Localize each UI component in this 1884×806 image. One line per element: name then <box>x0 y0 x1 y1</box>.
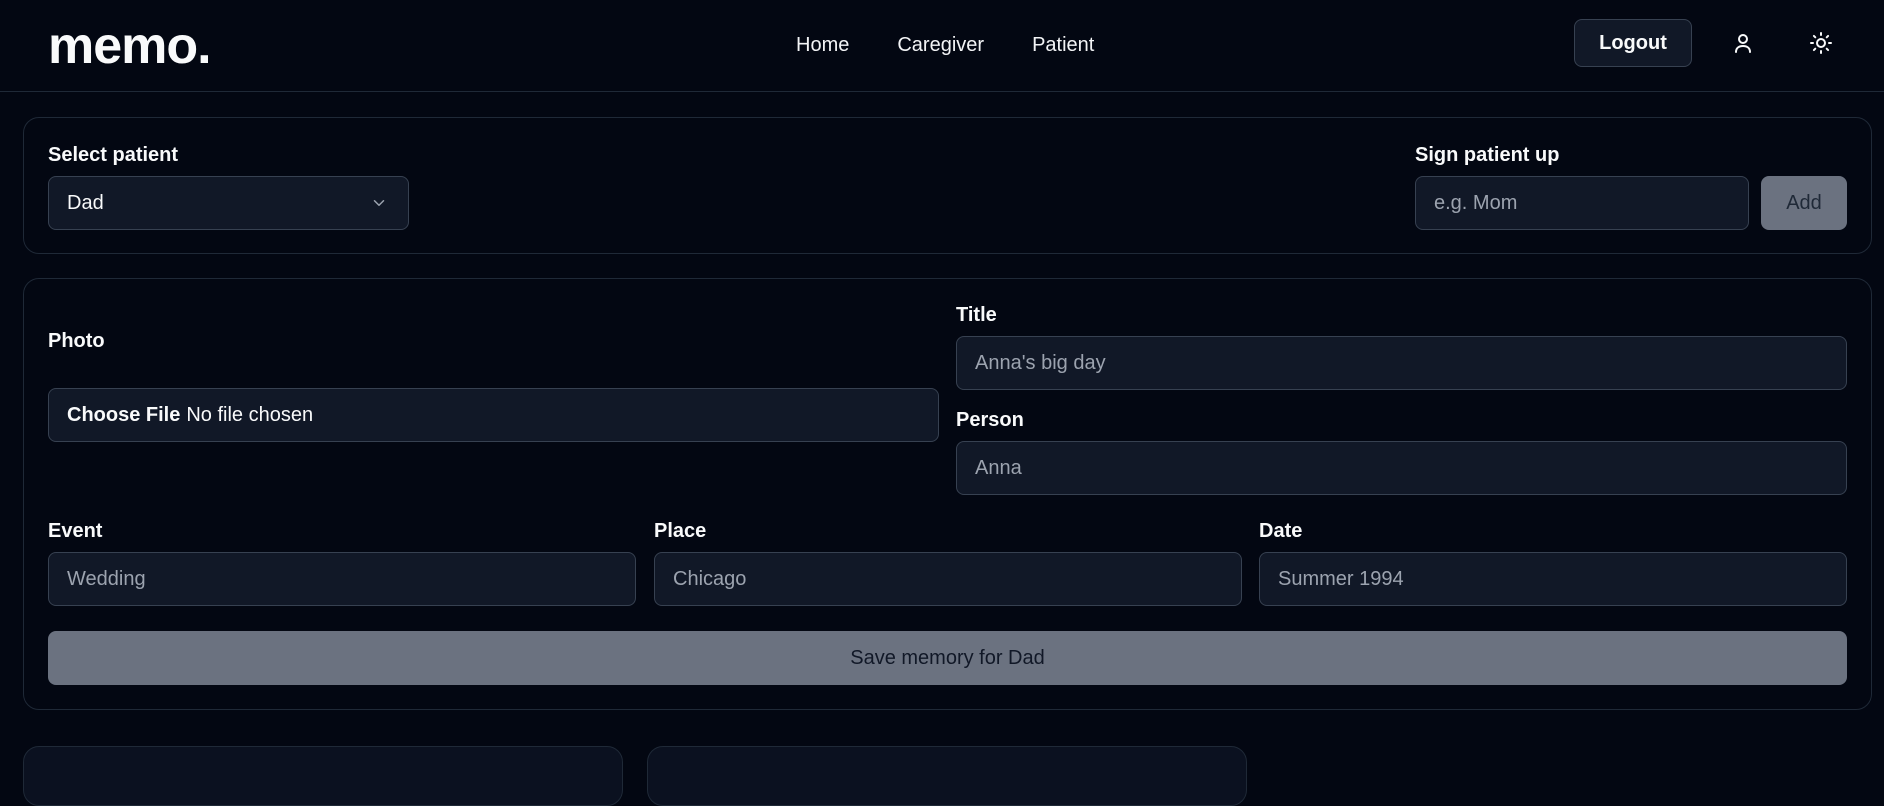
event-label: Event <box>48 520 103 542</box>
person-input[interactable] <box>956 441 1847 495</box>
user-icon <box>1735 34 1751 53</box>
person-label: Person <box>956 409 1024 431</box>
nav-caregiver[interactable]: Caregiver <box>897 30 984 60</box>
nav-home[interactable]: Home <box>796 30 849 60</box>
photo-label: Photo <box>48 330 105 352</box>
logout-button[interactable]: Logout <box>1574 19 1692 67</box>
place-label: Place <box>654 520 707 542</box>
event-input[interactable] <box>48 552 636 606</box>
title-input[interactable] <box>956 336 1847 390</box>
patient-select[interactable]: Dad <box>48 176 409 230</box>
date-input[interactable] <box>1259 552 1847 606</box>
save-memory-button[interactable]: Save memory for Dad <box>48 631 1847 685</box>
nav-patient[interactable]: Patient <box>1032 30 1094 60</box>
choose-file-button[interactable]: Choose File <box>67 404 180 427</box>
sun-icon <box>1810 32 1832 54</box>
place-input[interactable] <box>654 552 1242 606</box>
memory-card-1 <box>23 746 623 806</box>
title-label: Title <box>956 304 997 326</box>
select-patient-label: Select patient <box>48 144 179 166</box>
new-patient-input[interactable] <box>1415 176 1749 230</box>
top-header: memo. Home Caregiver Patient Logout <box>0 0 1884 92</box>
patient-panel: Select patient Dad Sign patient up Add <box>23 117 1872 254</box>
add-patient-button[interactable]: Add <box>1761 176 1847 230</box>
chevron-down-icon <box>373 200 385 206</box>
selected-patient-value: Dad <box>67 191 104 214</box>
main-nav: Home Caregiver Patient <box>796 30 1094 60</box>
date-label: Date <box>1259 520 1303 542</box>
theme-toggle-button[interactable] <box>1802 24 1840 62</box>
logo[interactable]: memo. <box>48 16 212 76</box>
account-button[interactable] <box>1724 24 1762 62</box>
memory-card-2 <box>647 746 1247 806</box>
memory-form: Photo Choose File No file chosen Title P… <box>23 278 1872 710</box>
photo-file-input[interactable]: Choose File No file chosen <box>48 388 939 442</box>
sign-patient-up-label: Sign patient up <box>1415 144 1560 166</box>
file-status: No file chosen <box>186 403 314 426</box>
